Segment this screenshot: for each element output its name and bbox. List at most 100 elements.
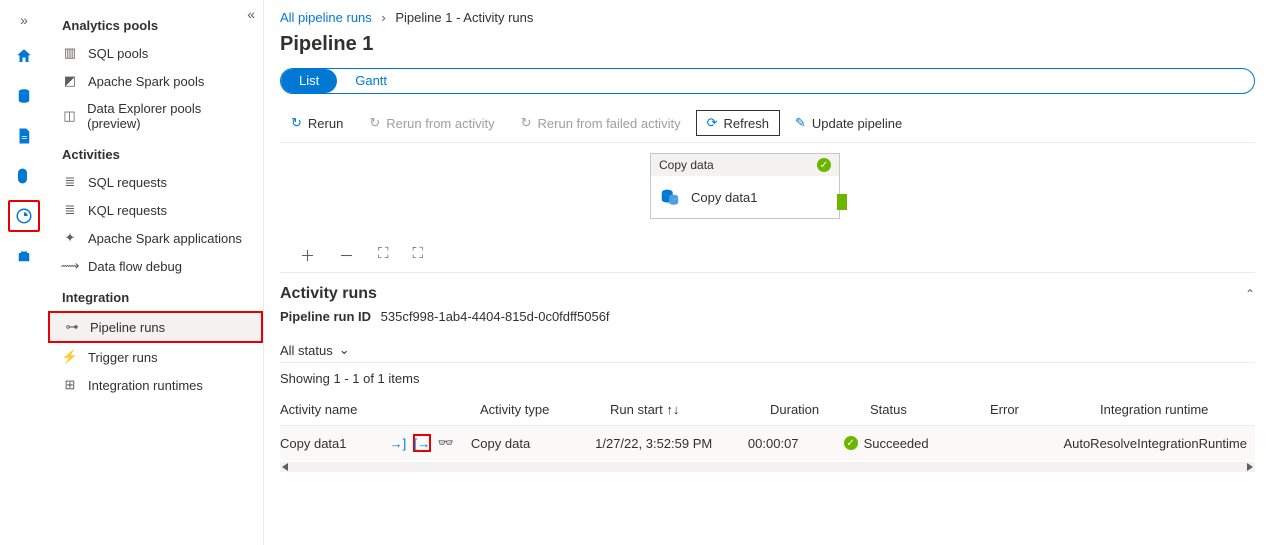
- cell-activity-name: Copy data1 →] [→ 👓: [280, 434, 471, 452]
- integration-runtimes-icon: ⊞: [62, 377, 78, 393]
- spark-apps-icon: ✦: [62, 230, 78, 246]
- group-title: Analytics pools: [48, 8, 263, 39]
- edit-icon: ✎: [795, 115, 806, 131]
- canvas-controls: ＋ － ⛶ ⛶: [300, 245, 423, 266]
- cell-runtime: AutoResolveIntegrationRuntime: [1063, 436, 1255, 451]
- group-title: Activities: [48, 137, 263, 168]
- refresh-button[interactable]: ⟳ Refresh: [696, 110, 780, 136]
- expand-icon[interactable]: »: [16, 8, 32, 32]
- sidebar-item-label: Apache Spark applications: [88, 231, 242, 246]
- rerun-button[interactable]: ↻Rerun: [280, 110, 354, 136]
- zoom-in-icon[interactable]: ＋: [300, 245, 315, 266]
- main-content: All pipeline runs › Pipeline 1 - Activit…: [264, 0, 1271, 545]
- sidebar-item-sql-requests[interactable]: ≣ SQL requests: [48, 168, 263, 196]
- input-icon[interactable]: →]: [389, 434, 407, 452]
- sidebar-item-spark-pools[interactable]: ◩Apache Spark pools: [48, 67, 263, 95]
- sidebar-item-label: Pipeline runs: [90, 320, 165, 335]
- nav-data[interactable]: [8, 80, 40, 112]
- sidebar-item-label: SQL requests: [88, 175, 167, 190]
- col-run-start[interactable]: Run start ↑↓: [610, 402, 770, 417]
- sidebar-item-label: Data flow debug: [88, 259, 182, 274]
- button-label: Refresh: [723, 116, 769, 131]
- success-icon: ✓: [844, 436, 858, 450]
- breadcrumb-root[interactable]: All pipeline runs: [280, 10, 372, 25]
- col-error[interactable]: Error: [990, 402, 1100, 417]
- refresh-icon: ⟳: [707, 115, 718, 131]
- result-count: Showing 1 - 1 of 1 items: [280, 371, 1255, 386]
- kql-requests-icon: ≣: [62, 202, 78, 218]
- zoom-out-icon[interactable]: －: [339, 245, 354, 266]
- activity-node[interactable]: Copy data ✓ Copy data1: [650, 153, 840, 219]
- node-type: Copy data: [659, 158, 714, 172]
- sidebar-item-kql-requests[interactable]: ≣ KQL requests: [48, 196, 263, 224]
- view-toggle-gantt[interactable]: Gantt: [337, 69, 405, 93]
- node-body: Copy data1: [651, 176, 839, 218]
- col-activity-name[interactable]: Activity name: [280, 402, 480, 417]
- section-title: Activity runs: [280, 285, 377, 303]
- trigger-runs-icon: ⚡: [62, 349, 78, 365]
- col-activity-type[interactable]: Activity type: [480, 402, 610, 417]
- sidebar-item-label: Trigger runs: [88, 350, 158, 365]
- rerun-from-activity-button: ↻Rerun from activity: [358, 110, 505, 136]
- output-icon[interactable]: [→: [413, 434, 431, 452]
- zoom-reset-icon[interactable]: ⛶: [378, 245, 389, 266]
- horizontal-scrollbar[interactable]: [280, 462, 1255, 472]
- collapse-icon[interactable]: «: [247, 6, 255, 22]
- run-id-label: Pipeline run ID: [280, 309, 371, 324]
- col-duration[interactable]: Duration: [770, 402, 870, 417]
- sidebar-item-integration-runtimes[interactable]: ⊞ Integration runtimes: [48, 371, 263, 399]
- view-toggle: List Gantt: [280, 68, 1255, 94]
- sidebar-item-trigger-runs[interactable]: ⚡ Trigger runs: [48, 343, 263, 371]
- copy-data-icon: [659, 186, 681, 208]
- node-name: Copy data1: [691, 190, 758, 205]
- button-label: Rerun from activity: [386, 116, 494, 131]
- nav-monitor[interactable]: [8, 200, 40, 232]
- sidebar-item-data-flow-debug[interactable]: ⟿ Data flow debug: [48, 252, 263, 280]
- col-status[interactable]: Status: [870, 402, 990, 417]
- nav-manage[interactable]: [8, 240, 40, 272]
- sidebar-item-sql-pools[interactable]: ▥ SQL pools: [48, 39, 263, 67]
- chevron-up-icon[interactable]: ⌃: [1245, 287, 1255, 301]
- node-output-port[interactable]: [837, 194, 847, 210]
- nav-develop[interactable]: [8, 120, 40, 152]
- view-toggle-list[interactable]: List: [281, 69, 337, 93]
- col-integration-runtime[interactable]: Integration runtime: [1100, 402, 1255, 417]
- cell-duration: 00:00:07: [748, 436, 844, 451]
- status-filter[interactable]: All status ⌄: [280, 338, 1255, 363]
- success-icon: ✓: [817, 158, 831, 172]
- pipeline-canvas[interactable]: Copy data ✓ Copy data1 ＋ － ⛶ ⛶: [280, 143, 1255, 273]
- activity-runs-header: Activity runs ⌃: [280, 285, 1255, 303]
- sidebar-item-label: Integration runtimes: [88, 378, 203, 393]
- button-label: Update pipeline: [812, 116, 902, 131]
- table-header: Activity name Activity type Run start ↑↓…: [280, 394, 1255, 426]
- cell-activity-type: Copy data: [471, 436, 595, 451]
- cell-run-start: 1/27/22, 3:52:59 PM: [595, 436, 748, 451]
- run-id-value: 535cf998-1ab4-4404-815d-0c0fdff5056f: [381, 309, 610, 324]
- update-pipeline-button[interactable]: ✎ Update pipeline: [784, 110, 913, 136]
- sql-pools-icon: ▥: [62, 45, 78, 61]
- table-row[interactable]: Copy data1 →] [→ 👓 Copy data 1/27/22, 3:…: [280, 426, 1255, 460]
- spark-pools-icon: ◩: [62, 73, 78, 89]
- data-explorer-icon: ◫: [62, 108, 77, 124]
- sidebar: « Analytics pools ▥SQL pools ◩Apache Spa…: [48, 0, 264, 545]
- toolbar: ↻Rerun ↻Rerun from activity ↻Rerun from …: [280, 104, 1255, 143]
- sidebar-item-pipeline-runs[interactable]: ⊶Pipeline runs: [48, 311, 263, 343]
- group-title: Integration: [48, 280, 263, 311]
- sidebar-item-label: SQL pools: [88, 46, 148, 61]
- details-icon[interactable]: 👓: [437, 434, 455, 452]
- sql-requests-icon: ≣: [62, 174, 78, 190]
- sidebar-item-spark-apps[interactable]: ✦ Apache Spark applications: [48, 224, 263, 252]
- refresh-icon: ↻: [291, 115, 302, 131]
- sidebar-item-data-explorer[interactable]: ◫Data Explorer pools (preview): [48, 95, 263, 137]
- sidebar-item-label: KQL requests: [88, 203, 167, 218]
- fit-screen-icon[interactable]: ⛶: [413, 245, 424, 266]
- button-label: Rerun from failed activity: [538, 116, 681, 131]
- breadcrumb: All pipeline runs › Pipeline 1 - Activit…: [280, 10, 1255, 25]
- refresh-icon: ↻: [521, 115, 532, 131]
- nav-home[interactable]: [8, 40, 40, 72]
- data-flow-debug-icon: ⟿: [62, 258, 78, 274]
- cell-status: ✓Succeeded: [844, 436, 959, 451]
- left-icon-bar: »: [0, 0, 48, 545]
- page-title: Pipeline 1: [280, 33, 1255, 56]
- nav-integrate[interactable]: [8, 160, 40, 192]
